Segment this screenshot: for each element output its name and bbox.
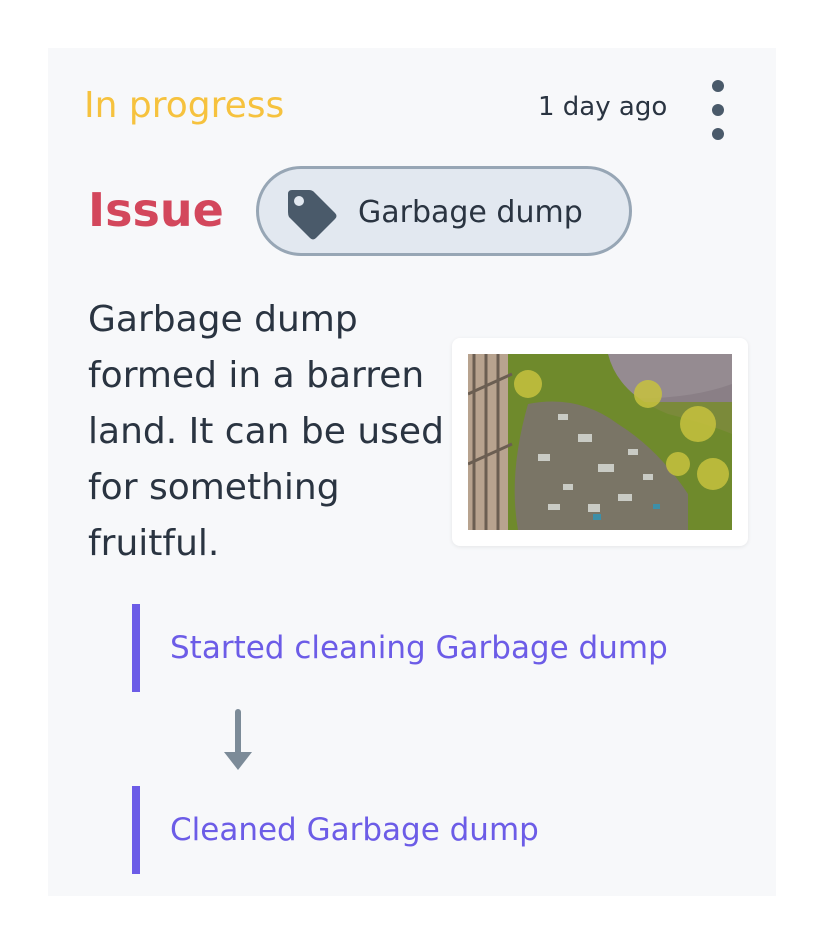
timeline-bar [132, 786, 140, 874]
timeline-bar [132, 604, 140, 692]
more-options-button[interactable] [700, 76, 736, 144]
timeline-label: Started cleaning Garbage dump [170, 630, 668, 666]
category-tag[interactable]: Garbage dump [256, 166, 632, 256]
timeline-label: Cleaned Garbage dump [170, 812, 539, 848]
arrow-down-icon [224, 709, 252, 770]
tag-icon [288, 190, 337, 240]
more-vertical-icon [712, 80, 724, 92]
issue-photo[interactable] [452, 338, 748, 546]
card-title: Issue [88, 183, 224, 237]
issue-card: In progress 1 day ago Issue Garbage dump… [48, 48, 776, 896]
issue-description: Garbage dump formed in a barren land. It… [88, 299, 444, 564]
timeline-item-cleaned[interactable]: Cleaned Garbage dump [132, 786, 732, 874]
timeline-item-started[interactable]: Started cleaning Garbage dump [132, 604, 732, 692]
tag-label: Garbage dump [358, 195, 583, 230]
status-label: In progress [84, 85, 285, 126]
timestamp: 1 day ago [538, 92, 668, 122]
garbage-dump-image [468, 354, 732, 530]
